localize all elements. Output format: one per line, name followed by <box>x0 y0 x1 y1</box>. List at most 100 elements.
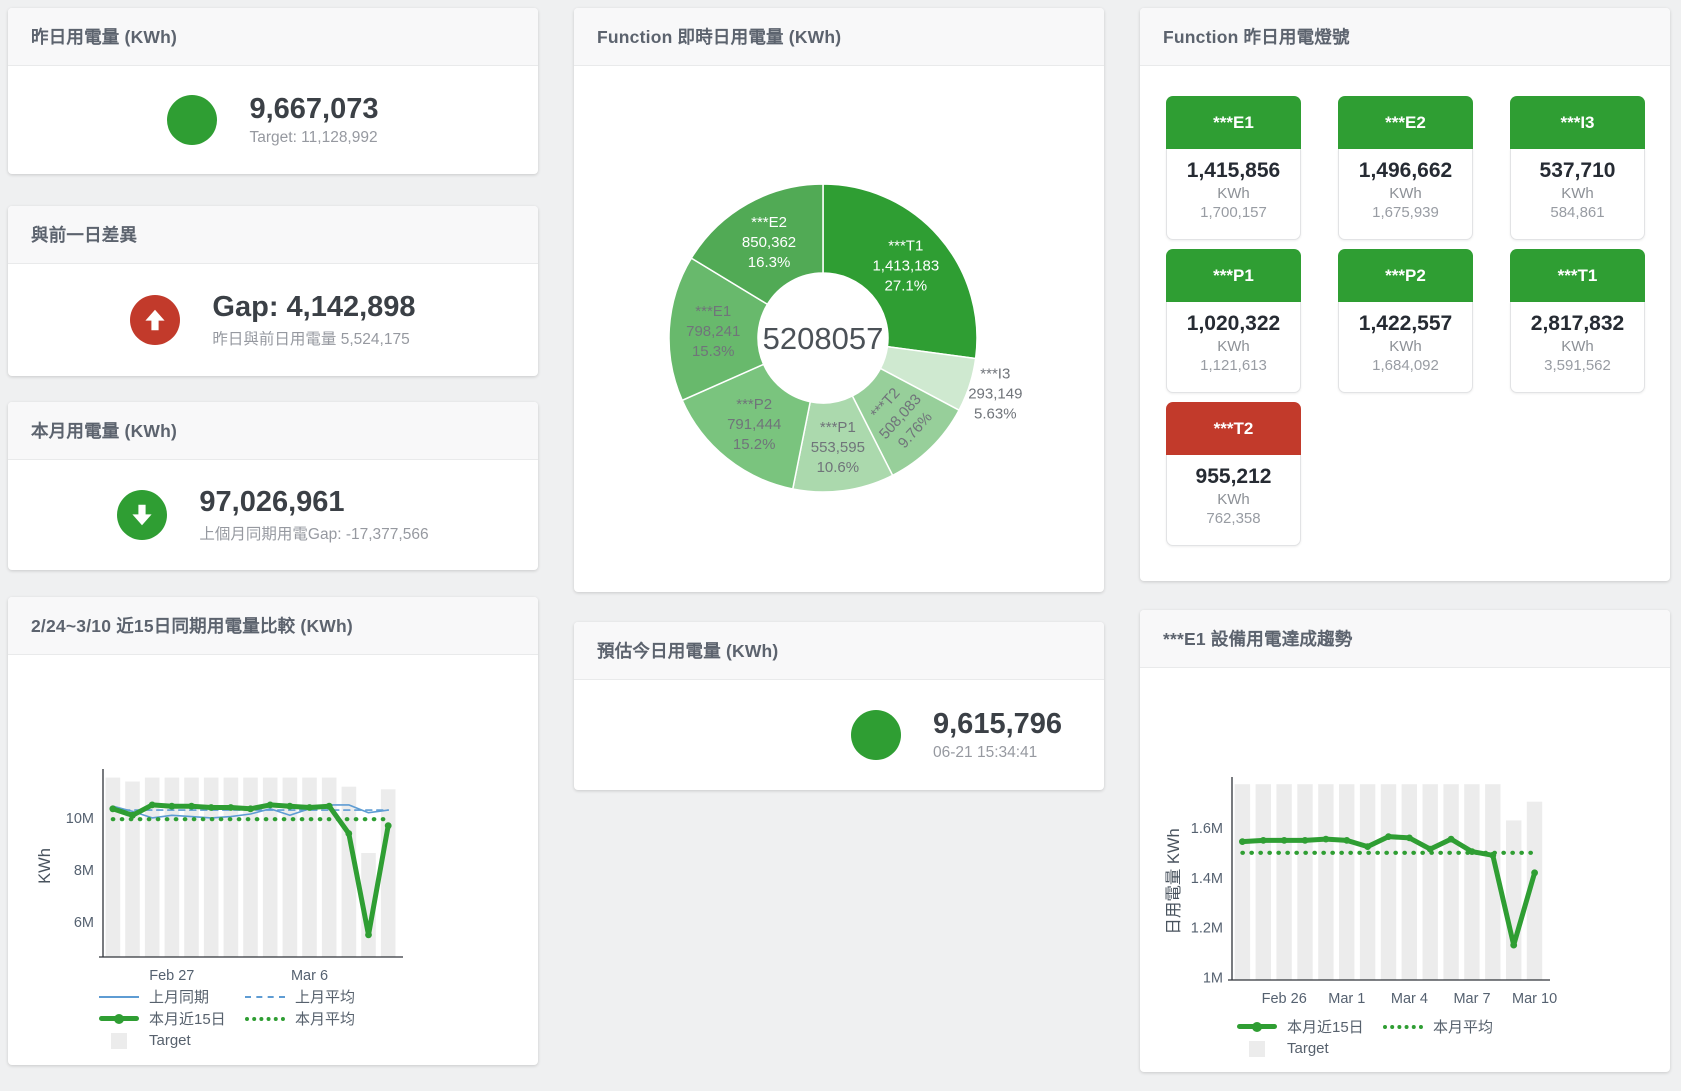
light-tile-status-header: ***T1 <box>1510 249 1645 302</box>
svg-text:1.6M: 1.6M <box>1191 821 1223 837</box>
light-tile-value: 1,496,662 <box>1339 149 1472 183</box>
panel-title: 2/24~3/10 近15日同期用電量比較 (KWh) <box>31 613 353 638</box>
green-dotted-swatch-icon <box>245 1017 285 1021</box>
legend-target[interactable]: Target <box>99 1030 245 1051</box>
svg-text:8M: 8M <box>74 863 94 879</box>
light-tile-value: 2,817,832 <box>1511 302 1644 336</box>
light-tile-target: 584,861 <box>1511 204 1644 221</box>
svg-text:Mar 4: Mar 4 <box>1391 991 1428 1007</box>
panel-title: 本月用電量 (KWh) <box>31 418 177 443</box>
panel-header[interactable]: 本月用電量 (KWh) <box>8 402 538 460</box>
light-tile: ***E21,496,662KWh1,675,939 <box>1338 96 1473 240</box>
light-tile-body: 1,422,557KWh1,684,092 <box>1338 302 1473 393</box>
green-line-swatch-icon <box>99 1016 139 1021</box>
panel-title: Function 昨日用電燈號 <box>1163 24 1350 49</box>
panel-title: Function 即時日用電量 (KWh) <box>597 24 841 49</box>
panel-title: 昨日用電量 (KWh) <box>31 24 177 49</box>
light-tile-unit: KWh <box>1339 338 1472 355</box>
stat-value: 97,026,961 <box>199 486 428 519</box>
light-tile-unit: KWh <box>1511 338 1644 355</box>
panel-estimate-today: 預估今日用電量 (KWh) 9,615,796 06-21 15:34:41 <box>574 622 1104 790</box>
light-tile-body: 1,496,662KWh1,675,939 <box>1338 149 1473 240</box>
green-dotted-swatch-icon <box>1383 1025 1423 1029</box>
svg-text:6M: 6M <box>74 915 94 931</box>
green-line-swatch-icon <box>1237 1024 1277 1029</box>
status-circle-icon <box>167 95 217 145</box>
target-bar-swatch-icon <box>111 1033 127 1049</box>
legend-this-month-avg[interactable]: 本月平均 <box>1383 1016 1493 1037</box>
light-tile: ***I3537,710KWh584,861 <box>1510 96 1645 240</box>
arrow-up-icon <box>130 295 180 345</box>
stat-timestamp: 06-21 15:34:41 <box>933 744 1062 762</box>
light-tile-status-header: ***I3 <box>1510 96 1645 149</box>
target-bar-swatch-icon <box>1249 1041 1265 1057</box>
compare-line-chart[interactable]: 6M8M10MFeb 27Mar 6KWh <box>8 655 538 985</box>
stat-subtitle: Target: 11,128,992 <box>249 129 378 147</box>
arrow-down-icon <box>117 490 167 540</box>
svg-text:Mar 1: Mar 1 <box>1328 991 1365 1007</box>
stat-value: Gap: 4,142,898 <box>212 291 415 324</box>
legend-target[interactable]: Target <box>1237 1038 1383 1059</box>
svg-text:日用電量 KWh: 日用電量 KWh <box>1165 828 1183 934</box>
panel-title: 與前一日差異 <box>31 222 137 247</box>
light-tile-target: 762,358 <box>1167 510 1300 527</box>
blue-line-swatch-icon <box>99 996 139 998</box>
panel-function-realtime-usage: Function 即時日用電量 (KWh) ***T11,413,18327.1… <box>574 8 1104 592</box>
panel-title: 預估今日用電量 (KWh) <box>597 638 778 663</box>
legend-this-month-line[interactable]: 本月近15日 <box>1237 1016 1383 1037</box>
e1-trend-chart[interactable]: 1M1.2M1.4M1.6MFeb 26Mar 1Mar 4Mar 7Mar 1… <box>1140 668 1670 1013</box>
legend-last-month-line[interactable]: 上月同期 <box>99 986 245 1007</box>
legend-this-month-line[interactable]: 本月近15日 <box>99 1008 245 1029</box>
panel-header[interactable]: 預估今日用電量 (KWh) <box>574 622 1104 680</box>
legend-last-month-avg[interactable]: 上月平均 <box>245 986 355 1007</box>
light-tile-status-header: ***P2 <box>1338 249 1473 302</box>
light-tile-status-header: ***P1 <box>1166 249 1301 302</box>
light-tile-status-header: ***E2 <box>1338 96 1473 149</box>
blue-dashed-swatch-icon <box>245 996 285 998</box>
legend-this-month-avg[interactable]: 本月平均 <box>245 1008 355 1029</box>
light-tile-body: 1,415,856KWh1,700,157 <box>1166 149 1301 240</box>
panel-month-usage: 本月用電量 (KWh) 97,026,961 上個月同期用電Gap: -17,3… <box>8 402 538 570</box>
lights-grid: ***E11,415,856KWh1,700,157***E21,496,662… <box>1140 66 1670 546</box>
panel-header[interactable]: 2/24~3/10 近15日同期用電量比較 (KWh) <box>8 597 538 655</box>
svg-text:1.2M: 1.2M <box>1191 921 1223 937</box>
light-tile: ***T12,817,832 KWh 3,591,562 <box>1510 249 1645 393</box>
light-tile-target: 1,121,613 <box>1167 357 1300 374</box>
panel-header[interactable]: ***E1 設備用電達成趨勢 <box>1140 610 1670 668</box>
light-tile-value: 955,212 <box>1167 455 1300 489</box>
panel-header[interactable]: 與前一日差異 <box>8 206 538 264</box>
panel-yesterday-usage: 昨日用電量 (KWh) 9,667,073 Target: 11,128,992 <box>8 8 538 174</box>
panel-function-lights: Function 昨日用電燈號 ***E11,415,856KWh1,700,1… <box>1140 8 1670 581</box>
stat-value: 9,615,796 <box>933 708 1062 741</box>
light-tile-body: 955,212 KWh 762,358 <box>1166 455 1301 546</box>
svg-text:Mar 6: Mar 6 <box>291 968 328 984</box>
light-tile-unit: KWh <box>1167 185 1300 202</box>
light-tile-value: 1,422,557 <box>1339 302 1472 336</box>
light-tile-target: 3,591,562 <box>1511 357 1644 374</box>
light-tile-body: 537,710KWh584,861 <box>1510 149 1645 240</box>
svg-text:10M: 10M <box>66 811 94 827</box>
light-tile-status-header: ***E1 <box>1166 96 1301 149</box>
dashboard: 昨日用電量 (KWh) 9,667,073 Target: 11,128,992… <box>0 0 1681 1091</box>
panel-header[interactable]: 昨日用電量 (KWh) <box>8 8 538 66</box>
svg-text:Feb 26: Feb 26 <box>1262 991 1307 1007</box>
donut-slice-label: ***I3293,1495.63% <box>968 365 1022 422</box>
light-tile-unit: KWh <box>1167 338 1300 355</box>
panel-compare-15days: 2/24~3/10 近15日同期用電量比較 (KWh) 6M8M10MFeb 2… <box>8 597 538 1065</box>
light-tile-status-header: ***T2 <box>1166 402 1301 455</box>
svg-text:Mar 10: Mar 10 <box>1512 991 1557 1007</box>
light-tile-body: 1,020,322KWh1,121,613 <box>1166 302 1301 393</box>
light-tile: ***P21,422,557KWh1,684,092 <box>1338 249 1473 393</box>
panel-e1-trend: ***E1 設備用電達成趨勢 1M1.2M1.4M1.6MFeb 26Mar 1… <box>1140 610 1670 1072</box>
function-usage-donut-chart[interactable]: ***T11,413,18327.1%***I3293,1495.63%***T… <box>574 66 1104 536</box>
stat-subtitle: 昨日與前日用電量 5,524,175 <box>212 327 415 349</box>
compare-legend: 上月同期 上月平均 本月近15日 本月平均 Target <box>99 986 355 1051</box>
panel-header[interactable]: Function 即時日用電量 (KWh) <box>574 8 1104 66</box>
svg-text:1.4M: 1.4M <box>1191 871 1223 887</box>
light-tile-body: 2,817,832 KWh 3,591,562 <box>1510 302 1645 393</box>
light-tile-unit: KWh <box>1339 185 1472 202</box>
panel-header[interactable]: Function 昨日用電燈號 <box>1140 8 1670 66</box>
light-tile-value: 1,415,856 <box>1167 149 1300 183</box>
light-tile-unit: KWh <box>1511 185 1644 202</box>
light-tile-unit: KWh <box>1167 491 1300 508</box>
